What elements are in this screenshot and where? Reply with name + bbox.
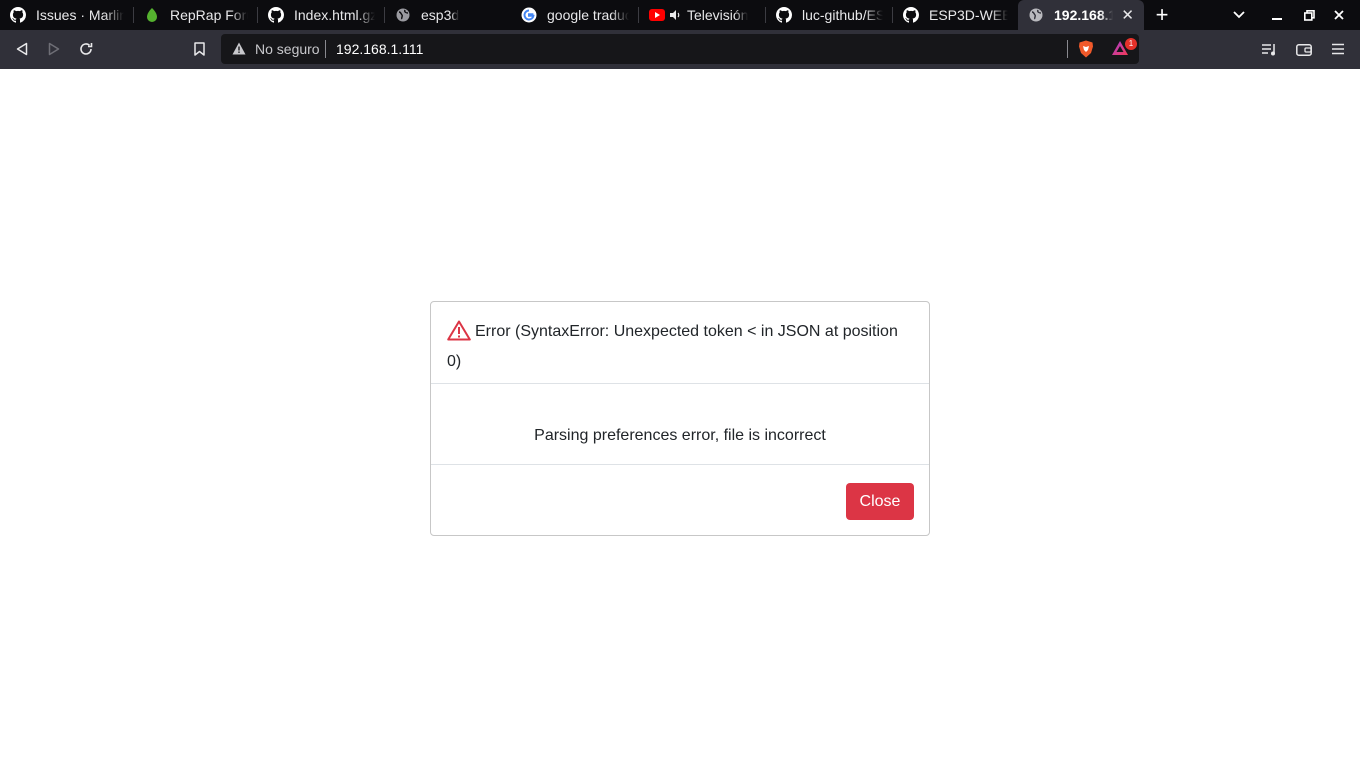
error-dialog: Error (SyntaxError: Unexpected token < i… bbox=[430, 301, 930, 536]
not-secure-warning-icon[interactable] bbox=[232, 42, 246, 60]
playlist-icon[interactable] bbox=[1260, 39, 1280, 59]
tab-title: 192.168.1.111 bbox=[1054, 7, 1114, 23]
bookmark-icon[interactable] bbox=[188, 38, 210, 60]
tab-title: google traductor bbox=[547, 7, 629, 23]
tab-title: Index.html.gz bbox=[294, 7, 375, 23]
dialog-header: Error (SyntaxError: Unexpected token < i… bbox=[431, 302, 929, 384]
github-icon bbox=[10, 7, 26, 23]
tab-title: esp3d bbox=[421, 7, 460, 23]
tab-search-chevron-icon[interactable] bbox=[1229, 0, 1249, 30]
reprap-leaf-icon bbox=[144, 7, 160, 23]
back-icon[interactable] bbox=[11, 38, 33, 60]
warning-icon bbox=[447, 320, 471, 349]
rewards-badge: 1 bbox=[1125, 38, 1137, 50]
tab-title: Issues · Marlin bbox=[36, 7, 124, 23]
tab-title: Televisión bbox=[687, 7, 749, 23]
github-icon bbox=[268, 7, 284, 23]
url-text[interactable]: 192.168.1.111 bbox=[336, 41, 423, 57]
tab-active-192-168-1-111[interactable]: 192.168.1.111 ✕ bbox=[1018, 0, 1144, 30]
browser-toolbar: No seguro 192.168.1.111 1 bbox=[0, 30, 1360, 69]
brave-shield-icon[interactable] bbox=[1078, 40, 1094, 63]
tab-title: luc-github/ESP3D bbox=[802, 7, 883, 23]
menu-icon[interactable] bbox=[1328, 39, 1348, 59]
tab-esp3d[interactable]: esp3d bbox=[385, 0, 511, 30]
address-divider bbox=[1067, 40, 1068, 58]
google-icon bbox=[521, 7, 537, 23]
tab-reprap-forum[interactable]: RepRap Forum bbox=[134, 0, 258, 30]
dialog-title: Error (SyntaxError: Unexpected token < i… bbox=[447, 319, 913, 374]
dialog-title-text: Error (SyntaxError: Unexpected token < i… bbox=[447, 323, 898, 370]
wallet-icon[interactable] bbox=[1294, 39, 1314, 59]
address-divider bbox=[325, 40, 326, 58]
maximize-icon[interactable] bbox=[1299, 0, 1319, 30]
forward-icon[interactable] bbox=[43, 38, 65, 60]
github-icon bbox=[903, 7, 919, 23]
speaker-icon[interactable] bbox=[669, 7, 681, 23]
dialog-body: Parsing preferences error, file is incor… bbox=[431, 385, 929, 465]
github-icon bbox=[776, 7, 792, 23]
close-button[interactable]: Close bbox=[846, 483, 914, 520]
dialog-message: Parsing preferences error, file is incor… bbox=[534, 427, 826, 444]
tab-issues-marlin[interactable]: Issues · Marlin bbox=[0, 0, 134, 30]
close-tab-icon[interactable]: ✕ bbox=[1121, 6, 1134, 24]
tab-title: ESP3D-WEBUI bbox=[929, 7, 1008, 23]
minimize-icon[interactable] bbox=[1267, 0, 1287, 30]
tab-television[interactable]: Televisión bbox=[639, 0, 766, 30]
globe-icon bbox=[1028, 7, 1044, 23]
youtube-icon bbox=[649, 7, 665, 23]
address-bar[interactable]: No seguro 192.168.1.111 1 bbox=[221, 34, 1139, 64]
security-status-label[interactable]: No seguro bbox=[255, 41, 320, 57]
tab-title: RepRap Forum bbox=[170, 7, 248, 23]
tab-luc-github[interactable]: luc-github/ESP3D bbox=[766, 0, 893, 30]
tab-index-html[interactable]: Index.html.gz bbox=[258, 0, 385, 30]
tab-google-traductor[interactable]: google traductor bbox=[511, 0, 639, 30]
reload-icon[interactable] bbox=[75, 38, 97, 60]
close-window-icon[interactable] bbox=[1329, 0, 1349, 30]
tab-esp3d-webui[interactable]: ESP3D-WEBUI bbox=[893, 0, 1018, 30]
tab-strip: Issues · Marlin RepRap Forum Index.html.… bbox=[0, 0, 1360, 30]
new-tab-button[interactable]: + bbox=[1144, 0, 1180, 30]
globe-icon bbox=[395, 7, 411, 23]
